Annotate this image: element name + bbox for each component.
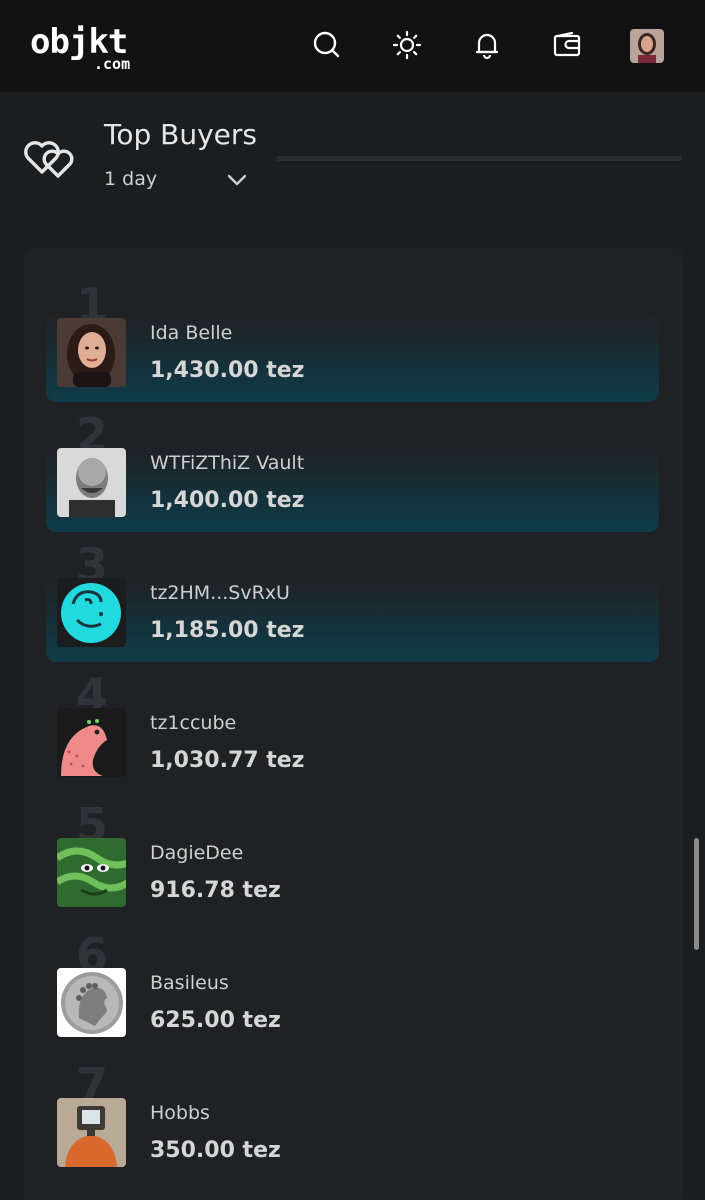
buyer-row[interactable]: 2 WTFiZThiZ Vault 1,400.00 tez <box>46 410 659 532</box>
objkt-logo[interactable]: objkt .com <box>30 24 160 76</box>
buyer-avatar[interactable] <box>57 838 126 907</box>
buyer-amount: 916.78 tez <box>150 878 281 903</box>
period-dropdown[interactable]: 1 day <box>104 168 254 198</box>
buyer-row[interactable]: 4 tz1ccube 1,030.77 tez <box>46 670 659 792</box>
buyer-avatar[interactable] <box>57 318 126 387</box>
theme-sun-icon[interactable] <box>390 28 424 62</box>
buyer-row[interactable]: 1 Ida Belle 1,430.00 tez <box>46 280 659 402</box>
top-bar: objkt .com <box>0 0 705 92</box>
buyer-amount: 1,400.00 tez <box>150 488 305 513</box>
buyer-amount: 1,430.00 tez <box>150 358 305 383</box>
chevron-down-icon <box>227 174 247 186</box>
bell-icon[interactable] <box>470 28 504 62</box>
buyer-amount: 625.00 tez <box>150 1008 281 1033</box>
row-highlight <box>46 446 659 532</box>
buyer-amount: 1,185.00 tez <box>150 618 305 643</box>
buyer-name[interactable]: tz1ccube <box>150 712 236 734</box>
buyer-row[interactable]: 7 Hobbs 350.00 tez <box>46 1060 659 1182</box>
buyer-avatar[interactable] <box>57 708 126 777</box>
user-avatar[interactable] <box>630 29 664 63</box>
buyer-name[interactable]: DagieDee <box>150 842 243 864</box>
top-buyers-header: Top Buyers 1 day <box>0 92 705 232</box>
buyer-row[interactable]: 6 Basileus 625.00 tez <box>46 930 659 1052</box>
buyer-name[interactable]: Basileus <box>150 972 229 994</box>
logo-domain: .com <box>94 55 131 73</box>
buyer-row[interactable]: 3 tz2HM...SvRxU 1,185.00 tez <box>46 540 659 662</box>
wallet-icon[interactable] <box>550 28 584 62</box>
page-title: Top Buyers <box>104 118 258 151</box>
buyer-amount: 1,030.77 tez <box>150 748 305 773</box>
row-highlight <box>46 576 659 662</box>
buyer-name[interactable]: Hobbs <box>150 1102 210 1124</box>
buyer-amount: 350.00 tez <box>150 1138 281 1163</box>
period-value: 1 day <box>104 168 158 190</box>
search-icon[interactable] <box>310 28 344 62</box>
buyer-row[interactable]: 5 DagieDee 916.78 tez <box>46 800 659 922</box>
header-divider <box>276 156 682 161</box>
scrollbar-thumb[interactable] <box>694 838 699 950</box>
buyer-avatar[interactable] <box>57 578 126 647</box>
buyer-avatar[interactable] <box>57 448 126 517</box>
buyer-avatar[interactable] <box>57 1098 126 1167</box>
buyer-name[interactable]: tz2HM...SvRxU <box>150 582 290 604</box>
buyer-name[interactable]: WTFiZThiZ Vault <box>150 452 304 474</box>
row-highlight <box>46 316 659 402</box>
buyer-avatar[interactable] <box>57 968 126 1037</box>
hearts-icon <box>22 132 80 180</box>
buyer-name[interactable]: Ida Belle <box>150 322 232 344</box>
